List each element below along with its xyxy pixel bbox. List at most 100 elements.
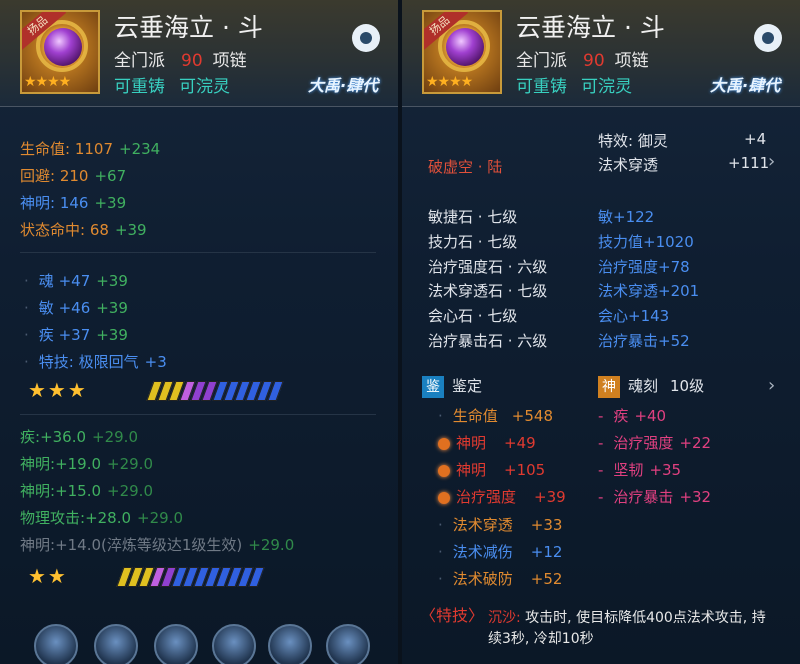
effect-row: 法术穿透 <box>598 154 658 175</box>
refine-row: 神明:+15.0 +29.0 <box>20 480 153 501</box>
series-label: 大禹·肆代 <box>308 76 379 95</box>
appraise-row: · 法术穿透 +33 <box>438 516 563 534</box>
gem-name: 技力石 · 七级 <box>428 233 518 251</box>
appraise-tag: 鉴 <box>422 375 444 398</box>
soul-level: 10级 <box>670 377 705 395</box>
item-type: 项链 <box>212 51 247 71</box>
rewash-flag: 可浣灵 <box>581 77 632 97</box>
attr-row: · 敏 +46 +39 <box>24 299 128 317</box>
star-rating-icon: ★★ <box>28 564 68 588</box>
rewash-flag: 可浣灵 <box>179 77 230 97</box>
star-rating-icon: ★★★★ <box>24 74 71 90</box>
item-header: 扬品 ★★★★ 云垂海立 · 斗 全门派 90 项链 可重铸 可浣灵 大禹·肆代 <box>0 0 398 107</box>
divider <box>20 252 376 253</box>
appraise-row: 神明 +105 <box>438 459 545 480</box>
appraise-value: +548 <box>511 407 553 425</box>
gem-name: 敏捷石 · 七级 <box>428 208 518 226</box>
gem-effect: 治疗强度+78 <box>598 258 690 276</box>
preview-eye-icon[interactable] <box>754 24 782 52</box>
item-icon[interactable]: 扬品 ★★★★ <box>20 10 100 94</box>
appraise-label: 法术减伤 <box>452 543 513 561</box>
soul-value: +22 <box>679 434 712 452</box>
flame-icon <box>438 464 450 477</box>
skill-slot-icon[interactable] <box>326 624 370 664</box>
stat-row: 状态命中: 68 +39 <box>20 219 147 240</box>
stat-value: 210 <box>59 167 89 185</box>
soul-header[interactable]: 神魂刻 10级 <box>598 375 704 398</box>
stat-label: 回避: <box>20 167 56 185</box>
refine-row-inactive: 神明:+14.0(淬炼等级达1级生效) +29.0 <box>20 534 294 555</box>
soul-label: 治疗暴击 <box>613 488 674 506</box>
attr-label: 魂 <box>38 272 54 290</box>
series-label: 大禹·肆代 <box>710 76 781 95</box>
stat-bonus: +39 <box>114 221 147 239</box>
refine-value: +14.0(淬炼等级达1级生效) <box>55 536 243 554</box>
refine-value: +19.0 <box>55 455 102 473</box>
soul-label: 坚韧 <box>613 461 644 479</box>
appraise-label: 法术穿透 <box>452 516 513 534</box>
attr-value: +37 <box>58 326 91 344</box>
flame-icon <box>438 437 450 450</box>
stat-bonus: +39 <box>94 194 127 212</box>
attr-value: +47 <box>58 272 91 290</box>
soul-row: - 治疗暴击 +32 <box>598 488 712 506</box>
skill-slot-icon[interactable] <box>34 624 78 664</box>
flame-icon <box>438 491 450 504</box>
soul-row: - 坚韧 +35 <box>598 461 682 479</box>
item-header: 扬品 ★★★★ 云垂海立 · 斗 全门派 90 项链 可重铸 可浣灵 大禹·肆代 <box>402 0 800 107</box>
appraise-value: +49 <box>504 434 536 452</box>
preview-eye-icon[interactable] <box>352 24 380 52</box>
gem-effect: 法术穿透+201 <box>598 282 700 300</box>
gem-name: 法术穿透石 · 七级 <box>428 282 548 300</box>
appraise-row: · 法术减伤 +12 <box>438 543 563 561</box>
skill-description: 沉沙: 攻击时, 使目标降低400点法术攻击, 持续3秒, 冷却10秒 <box>488 608 778 650</box>
refine-label: 神明: <box>20 455 56 473</box>
refine-row: 物理攻击:+28.0 +29.0 <box>20 507 183 528</box>
soul-value: +40 <box>634 407 667 425</box>
soul-tag: 神 <box>598 375 620 398</box>
soul-title: 魂刻 <box>628 377 659 395</box>
soul-row: - 治疗强度 +22 <box>598 434 712 452</box>
effect-label: 法术穿透 <box>598 156 659 174</box>
item-school: 全门派 <box>516 51 567 71</box>
appraise-header: 鉴鉴定 <box>422 375 482 398</box>
skill-slot-icon[interactable] <box>154 624 198 664</box>
soul-value: +35 <box>649 461 682 479</box>
skill-slot-icon[interactable] <box>94 624 138 664</box>
item-icon[interactable]: 扬品 ★★★★ <box>422 10 502 94</box>
gem-effect: 会心+143 <box>598 307 670 325</box>
special-value: 极限回气 <box>78 353 139 371</box>
effect-label: 特效: 御灵 <box>598 132 668 150</box>
effect-row: 特效: 御灵 <box>598 130 668 151</box>
item-level: 90 <box>583 51 605 71</box>
appraise-label: 治疗强度 <box>456 488 517 506</box>
skill-slot-icon[interactable] <box>268 624 312 664</box>
refine-row: 神明:+19.0 +29.0 <box>20 453 153 474</box>
appraise-value: +12 <box>530 543 563 561</box>
gem-name: 治疗暴击石 · 六级 <box>428 332 548 350</box>
gem-name: 会心石 · 七级 <box>428 307 518 325</box>
soul-label: 治疗强度 <box>613 434 674 452</box>
special-label: 特技: <box>38 353 74 371</box>
chevron-right-icon[interactable]: › <box>768 151 775 172</box>
appraise-label: 神明 <box>456 461 487 479</box>
refine-label: 神明: <box>20 482 56 500</box>
refine-gems <box>116 567 265 587</box>
star-rating-icon: ★★★★ <box>426 74 473 90</box>
recast-flag: 可重铸 <box>516 77 567 97</box>
refine-row: 疾:+36.0 +29.0 <box>20 426 138 447</box>
stat-bonus: +67 <box>94 167 127 185</box>
refine-label: 疾: <box>20 428 41 446</box>
effect-value: +111 <box>728 154 770 172</box>
attr-row: · 魂 +47 +39 <box>24 272 128 290</box>
appraise-row: · 生命值 +548 <box>438 407 553 425</box>
refine-value: +28.0 <box>85 509 132 527</box>
stat-label: 生命值: <box>20 140 71 158</box>
chevron-right-icon[interactable]: › <box>768 375 775 396</box>
item-flags: 可重铸 可浣灵 <box>516 72 632 97</box>
item-name: 云垂海立 · 斗 <box>114 13 263 42</box>
refine-bonus: +29.0 <box>107 455 153 473</box>
skill-slot-icon[interactable] <box>212 624 256 664</box>
soul-row: - 疾 +40 <box>598 407 667 425</box>
stat-label: 神明: <box>20 194 56 212</box>
